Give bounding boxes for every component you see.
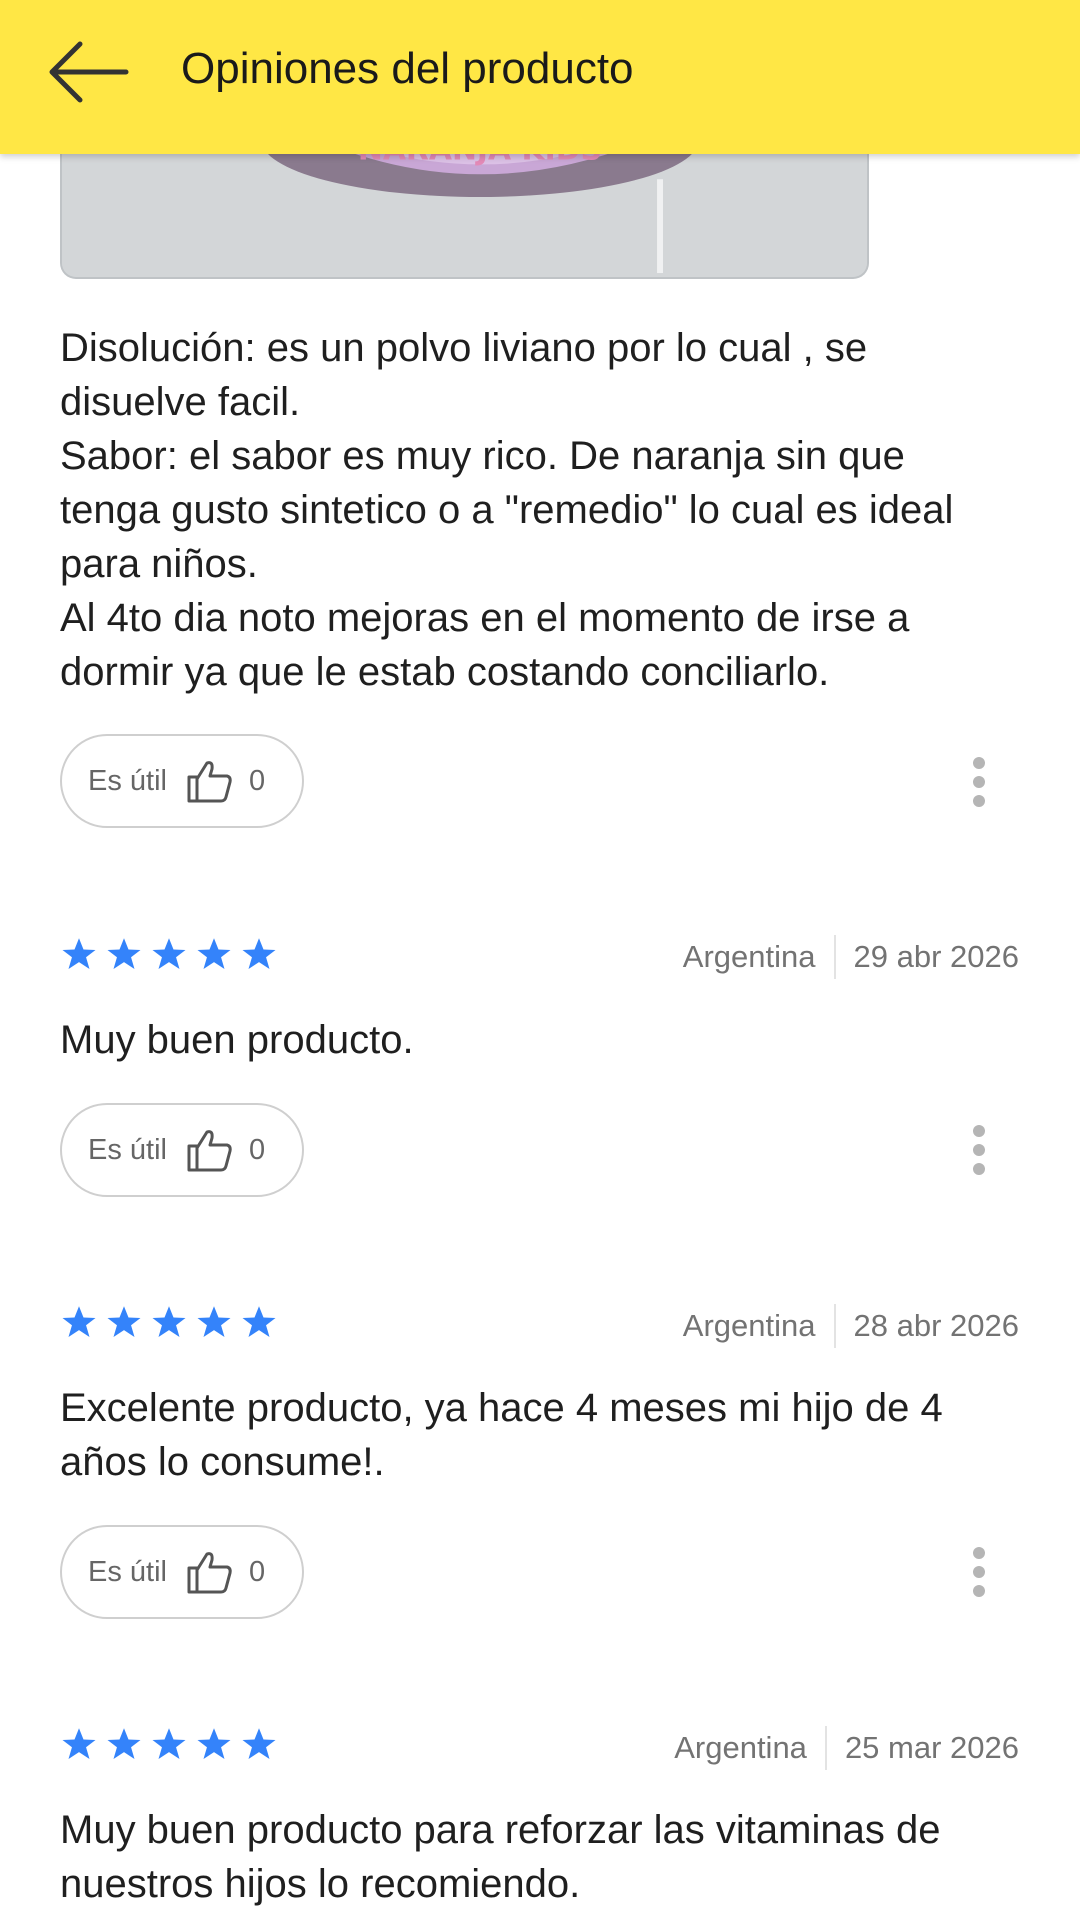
star-icon: [62, 938, 96, 969]
more-dot-icon: [973, 795, 985, 807]
more-dot-icon: [973, 1566, 985, 1578]
star-icon: [197, 1728, 231, 1759]
star-rating: [60, 1726, 285, 1762]
useful-count: 0: [248, 1555, 266, 1588]
more-dot-icon: [973, 1585, 985, 1597]
star-icon: [242, 938, 276, 969]
star-icon: [107, 938, 141, 969]
useful-label: Es útil: [88, 1555, 167, 1588]
more-dot-icon: [973, 1144, 985, 1156]
star-icon: [107, 1728, 141, 1759]
useful-button[interactable]: Es útil 0: [60, 1103, 304, 1197]
star-rating: [60, 1304, 285, 1340]
more-dot-icon: [973, 1163, 985, 1175]
star-icon: [62, 1306, 96, 1337]
star-icon: [197, 1306, 231, 1337]
thumbs-up-icon: [187, 761, 232, 803]
review-text: Disolución: es un polvo liviano por lo c…: [60, 326, 954, 694]
star-icon: [242, 1306, 276, 1337]
useful-button[interactable]: Es útil 0: [60, 1525, 304, 1619]
review-country: Argentina: [674, 1730, 807, 1765]
star-rating: [60, 936, 285, 972]
page-title: Opiniones del producto: [181, 44, 634, 93]
star-icon: [242, 1728, 276, 1759]
useful-count: 0: [248, 764, 266, 797]
useful-label: Es útil: [88, 1133, 167, 1166]
more-dot-icon: [973, 1125, 985, 1137]
review-date: 28 abr 2026: [853, 1308, 1019, 1343]
review-meta: Argentina 25 mar 2026: [674, 1726, 1019, 1770]
star-icon: [152, 938, 186, 969]
star-icon: [107, 1306, 141, 1337]
star-icon: [152, 1728, 186, 1759]
star-icon: [197, 938, 231, 969]
review-country: Argentina: [682, 939, 816, 974]
review-text: Muy buen producto para reforzar las vita…: [60, 1808, 941, 1906]
meta-divider: [833, 1304, 836, 1348]
more-options-button[interactable]: [962, 1120, 996, 1180]
review-country: Argentina: [682, 1308, 816, 1343]
star-icon: [152, 1306, 186, 1337]
arrow-left-icon: [49, 41, 129, 103]
thumbs-up-icon: [187, 1552, 232, 1594]
useful-button[interactable]: Es útil 0: [60, 734, 304, 828]
top-app-bar: Opiniones del producto: [0, 0, 1080, 154]
meta-divider: [824, 1726, 827, 1770]
star-icon: [62, 1728, 96, 1759]
more-dot-icon: [973, 757, 985, 769]
thumbs-up-icon: [187, 1130, 232, 1172]
more-options-button[interactable]: [962, 1542, 996, 1602]
review-text: Muy buen producto.: [60, 1018, 414, 1062]
review-text: Excelente producto, ya hace 4 meses mi h…: [60, 1386, 943, 1484]
useful-count: 0: [248, 1133, 266, 1166]
useful-label: Es útil: [88, 764, 167, 797]
review-date: 25 mar 2026: [844, 1730, 1019, 1765]
review-meta: Argentina 29 abr 2026: [683, 935, 1019, 979]
more-options-button[interactable]: [962, 752, 996, 812]
review-meta: Argentina 28 abr 2026: [683, 1304, 1019, 1348]
more-dot-icon: [973, 1547, 985, 1559]
more-dot-icon: [973, 776, 985, 788]
meta-divider: [833, 935, 836, 979]
back-button[interactable]: [42, 36, 132, 108]
review-date: 29 abr 2026: [853, 939, 1019, 974]
